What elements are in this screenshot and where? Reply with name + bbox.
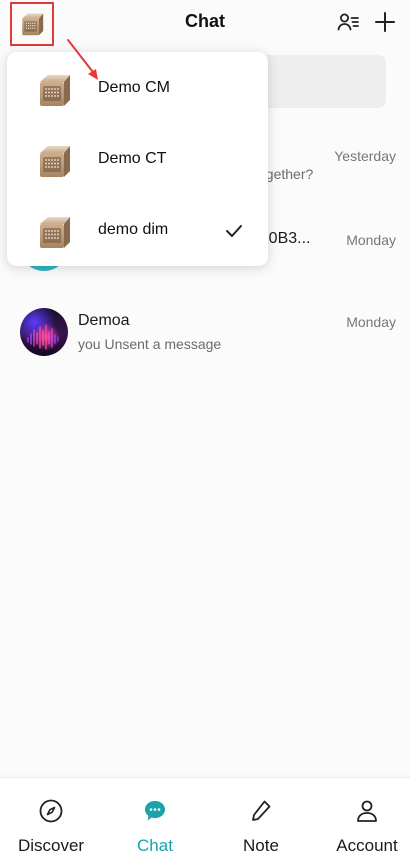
checkmark-icon [226,225,242,237]
nav-note[interactable]: Note [210,778,312,861]
chat-time: Monday [346,314,396,330]
pencil-icon [252,800,271,821]
bottom-navigation: Discover Chat Note Account [0,777,410,861]
contacts-list-icon[interactable] [336,10,360,34]
nav-label: Account [336,836,398,855]
dropdown-item-demo-ct[interactable]: Demo CT [7,131,268,191]
nav-label: Discover [17,836,85,855]
device-cube-icon [34,212,74,252]
music-wave-image [27,324,59,350]
nav-label: Note [243,836,279,855]
chat-time: Monday [346,232,396,248]
chat-name: Demoa [78,312,130,329]
device-cube-icon [34,141,74,181]
dropdown-item-demo-cm[interactable]: Demo CM [7,60,268,120]
nav-chat[interactable]: Chat [104,778,206,861]
chat-bubble-icon [145,801,165,821]
person-icon [357,800,377,822]
chat-list-item[interactable]: Demoa you Unsent a message Monday [0,308,410,378]
nav-label: Chat [137,836,173,855]
chat-time: Yesterday [334,148,396,164]
plus-icon[interactable] [373,10,397,34]
nav-discover[interactable]: Discover [0,778,102,861]
dropdown-item-label: Demo CT [98,150,167,167]
annotation-arrow [67,39,98,80]
compass-icon [39,799,63,823]
chat-preview: you Unsent a message [78,336,222,352]
nav-account[interactable]: Account [316,778,410,861]
dropdown-item-demo-dim[interactable]: demo dim [7,202,268,262]
dropdown-item-label: demo dim [98,221,169,238]
avatar [20,308,68,356]
device-dropdown-menu: Demo CM Demo CT demo dim [7,52,268,266]
